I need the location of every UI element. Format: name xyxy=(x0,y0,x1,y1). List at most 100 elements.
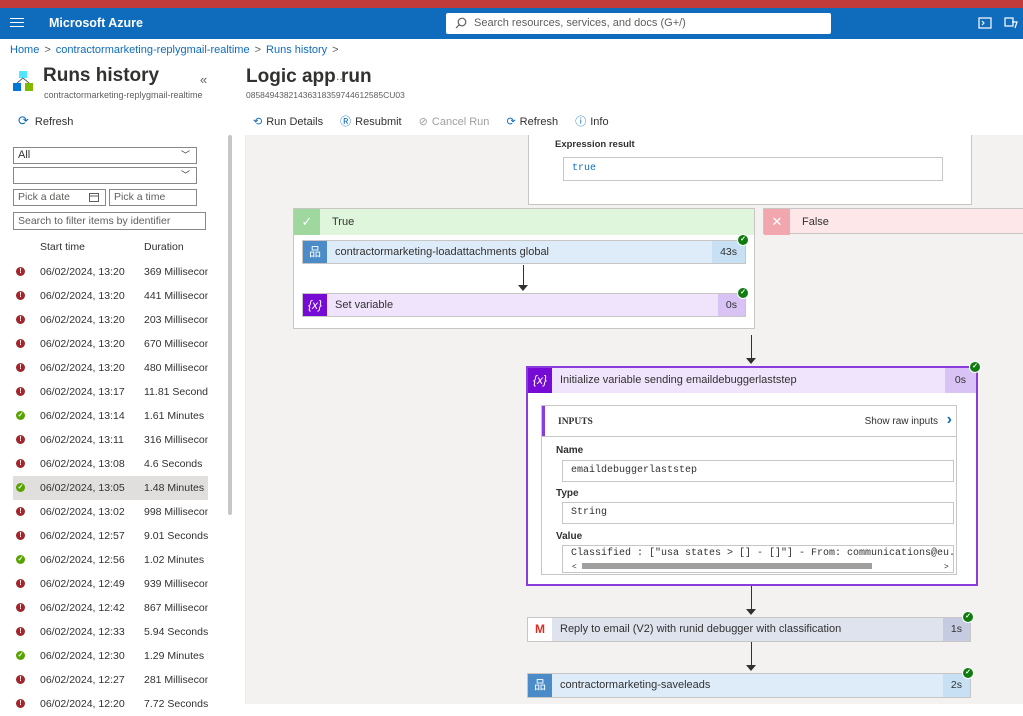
run-duration: 1.29 Minutes xyxy=(144,650,205,662)
info-button[interactable]: ⓘ Info xyxy=(575,113,608,129)
run-duration: 5.94 Seconds xyxy=(144,626,208,638)
true-branch-header[interactable]: ✓ True xyxy=(294,209,754,235)
cancel-run-button[interactable]: ⊘ Cancel Run xyxy=(419,115,490,128)
success-status-icon: ✓ xyxy=(16,651,25,660)
run-row[interactable]: ! 06/02/2024, 13:20 480 Millisecond xyxy=(13,356,208,380)
column-start-time[interactable]: Start time xyxy=(40,241,85,253)
run-row[interactable]: ! 06/02/2024, 12:49 939 Millisecond xyxy=(13,572,208,596)
directory-filter-icon[interactable] xyxy=(1004,16,1018,30)
run-row[interactable]: ! 06/02/2024, 13:17 11.81 Seconds xyxy=(13,380,208,404)
date-picker[interactable]: Pick a date xyxy=(13,189,106,206)
run-row[interactable]: ! 06/02/2024, 13:20 203 Millisecond xyxy=(13,308,208,332)
identifier-filter-input[interactable]: Search to filter items by identifier xyxy=(13,212,206,230)
refresh-run-button[interactable]: ⟳ Refresh xyxy=(506,115,558,128)
action-reply-to-email[interactable]: M Reply to email (V2) with runid debugge… xyxy=(527,617,971,642)
run-row[interactable]: ✓ 06/02/2024, 13:14 1.61 Minutes xyxy=(13,404,208,428)
runs-history-subtitle: contractormarketing-replygmail-realtime xyxy=(44,90,203,100)
run-toolbar: ⟲ Run Details Ⓡ Resubmit ⊘ Cancel Run ⟳ Refr… xyxy=(253,113,623,129)
resubmit-button[interactable]: Ⓡ Resubmit xyxy=(340,113,401,129)
failed-status-icon: ! xyxy=(16,459,25,468)
run-row[interactable]: ! 06/02/2024, 12:27 281 Millisecond xyxy=(13,668,208,692)
run-row[interactable]: ✓ 06/02/2024, 13:05 1.48 Minutes xyxy=(13,476,208,500)
flow-connector xyxy=(751,586,752,610)
run-start-time: 06/02/2024, 13:20 xyxy=(40,314,125,326)
run-row[interactable]: ! 06/02/2024, 13:20 441 Millisecond xyxy=(13,284,208,308)
run-row[interactable]: ! 06/02/2024, 12:33 5.94 Seconds xyxy=(13,620,208,644)
condition-expression-card: Expression result true xyxy=(528,135,972,205)
run-duration: 670 Millisecond xyxy=(144,338,208,350)
value-field-text: Classified : ["usa states > [] - []"] - … xyxy=(571,548,953,559)
run-duration: 1.61 Minutes xyxy=(144,410,205,422)
chevron-down-icon: ﹀ xyxy=(180,170,190,180)
action-saveleads[interactable]: 品 contractormarketing-saveleads 2s xyxy=(527,673,971,698)
variable-icon: {x} xyxy=(303,294,327,316)
run-row[interactable]: ✓ 06/02/2024, 12:30 1.29 Minutes xyxy=(13,644,208,668)
inputs-section: INPUTS Show raw inputs › Name emaildebug… xyxy=(541,405,957,575)
run-row[interactable]: ! 06/02/2024, 13:20 369 Millisecond xyxy=(13,260,208,284)
breadcrumb-logic-app[interactable]: contractormarketing-replygmail-realtime xyxy=(56,44,250,56)
failed-status-icon: ! xyxy=(16,267,25,276)
menu-icon[interactable] xyxy=(10,15,24,29)
action-loadattachments[interactable]: 品 contractormarketing-loadattachments gl… xyxy=(302,240,746,264)
run-details-button[interactable]: ⟲ Run Details xyxy=(253,115,323,128)
flow-arrowhead xyxy=(746,358,756,364)
value-horizontal-scrollbar[interactable]: < > xyxy=(572,562,952,570)
status-filter-dropdown[interactable]: All ﹀ xyxy=(13,147,197,164)
run-start-time: 06/02/2024, 13:14 xyxy=(40,410,125,422)
info-label: Info xyxy=(590,116,609,128)
run-row[interactable]: ! 06/02/2024, 13:11 316 Millisecond xyxy=(13,428,208,452)
secondary-filter-dropdown[interactable]: ﹀ xyxy=(13,167,197,184)
run-row[interactable]: ✓ 06/02/2024, 12:56 1.02 Minutes xyxy=(13,548,208,572)
run-row[interactable]: ! 06/02/2024, 12:20 7.72 Seconds xyxy=(13,692,208,716)
action-initialize-variable[interactable]: {x} Initialize variable sending emaildeb… xyxy=(526,366,978,586)
brand-label[interactable]: Microsoft Azure xyxy=(49,16,143,30)
column-duration[interactable]: Duration xyxy=(144,241,184,253)
success-check-icon: ✓ xyxy=(737,234,749,246)
runs-history-title: Runs history xyxy=(43,65,160,86)
failed-status-icon: ! xyxy=(16,363,25,372)
chevron-down-icon: ﹀ xyxy=(180,150,190,160)
collapse-panel-icon[interactable]: « xyxy=(200,72,207,87)
run-duration: 203 Millisecond xyxy=(144,314,208,326)
initialize-variable-header[interactable]: {x} Initialize variable sending emaildeb… xyxy=(528,368,976,393)
false-branch-header[interactable]: ✕ False xyxy=(763,208,1023,235)
flow-arrowhead xyxy=(746,609,756,615)
run-start-time: 06/02/2024, 12:56 xyxy=(40,554,125,566)
run-row[interactable]: ! 06/02/2024, 12:42 867 Millisecond xyxy=(13,596,208,620)
run-row[interactable]: ! 06/02/2024, 12:57 9.01 Seconds xyxy=(13,524,208,548)
run-row[interactable]: ! 06/02/2024, 13:20 670 Millisecond xyxy=(13,332,208,356)
value-field-label: Value xyxy=(556,531,583,542)
global-search-input[interactable]: Search resources, services, and docs (G+… xyxy=(446,13,831,34)
more-options-button[interactable]: ... xyxy=(336,69,346,83)
run-start-time: 06/02/2024, 13:20 xyxy=(40,362,125,374)
time-picker[interactable]: Pick a time xyxy=(109,189,197,206)
refresh-icon: ⟳ xyxy=(18,113,29,128)
cloud-shell-icon[interactable] xyxy=(978,16,992,30)
inputs-accent-bar xyxy=(542,406,545,436)
workflow-canvas[interactable]: Expression result true ✓ True 品 contract… xyxy=(245,135,1023,704)
action-set-variable[interactable]: {x} Set variable 0s xyxy=(302,293,746,317)
run-duration: 281 Millisecond xyxy=(144,674,208,686)
run-duration: 441 Millisecond xyxy=(144,290,208,302)
breadcrumb-runs-history[interactable]: Runs history xyxy=(266,44,327,56)
run-duration: 4.6 Seconds xyxy=(144,458,203,470)
failed-status-icon: ! xyxy=(16,603,25,612)
success-status-icon: ✓ xyxy=(16,411,25,420)
run-duration: 7.72 Seconds xyxy=(144,698,208,710)
breadcrumb: Home > contractormarketing-replygmail-real… xyxy=(10,44,339,56)
run-duration: 480 Millisecond xyxy=(144,362,208,374)
run-start-time: 06/02/2024, 13:20 xyxy=(40,290,125,302)
checkmark-icon: ✓ xyxy=(294,209,320,235)
resubmit-label: Resubmit xyxy=(355,116,402,128)
run-start-time: 06/02/2024, 12:42 xyxy=(40,602,125,614)
run-list-scrollbar[interactable] xyxy=(228,135,232,515)
show-raw-inputs-link[interactable]: Show raw inputs xyxy=(865,416,938,427)
runs-refresh-button[interactable]: ⟳ Refresh xyxy=(18,113,73,129)
run-row[interactable]: ! 06/02/2024, 13:02 998 Millisecond xyxy=(13,500,208,524)
breadcrumb-home[interactable]: Home xyxy=(10,44,39,56)
chevron-right-icon[interactable]: › xyxy=(947,411,952,429)
run-row[interactable]: ! 06/02/2024, 13:08 4.6 Seconds xyxy=(13,452,208,476)
workflow-icon: 品 xyxy=(303,241,327,263)
run-duration: 316 Millisecond xyxy=(144,434,208,446)
false-branch-label: False xyxy=(802,216,829,228)
